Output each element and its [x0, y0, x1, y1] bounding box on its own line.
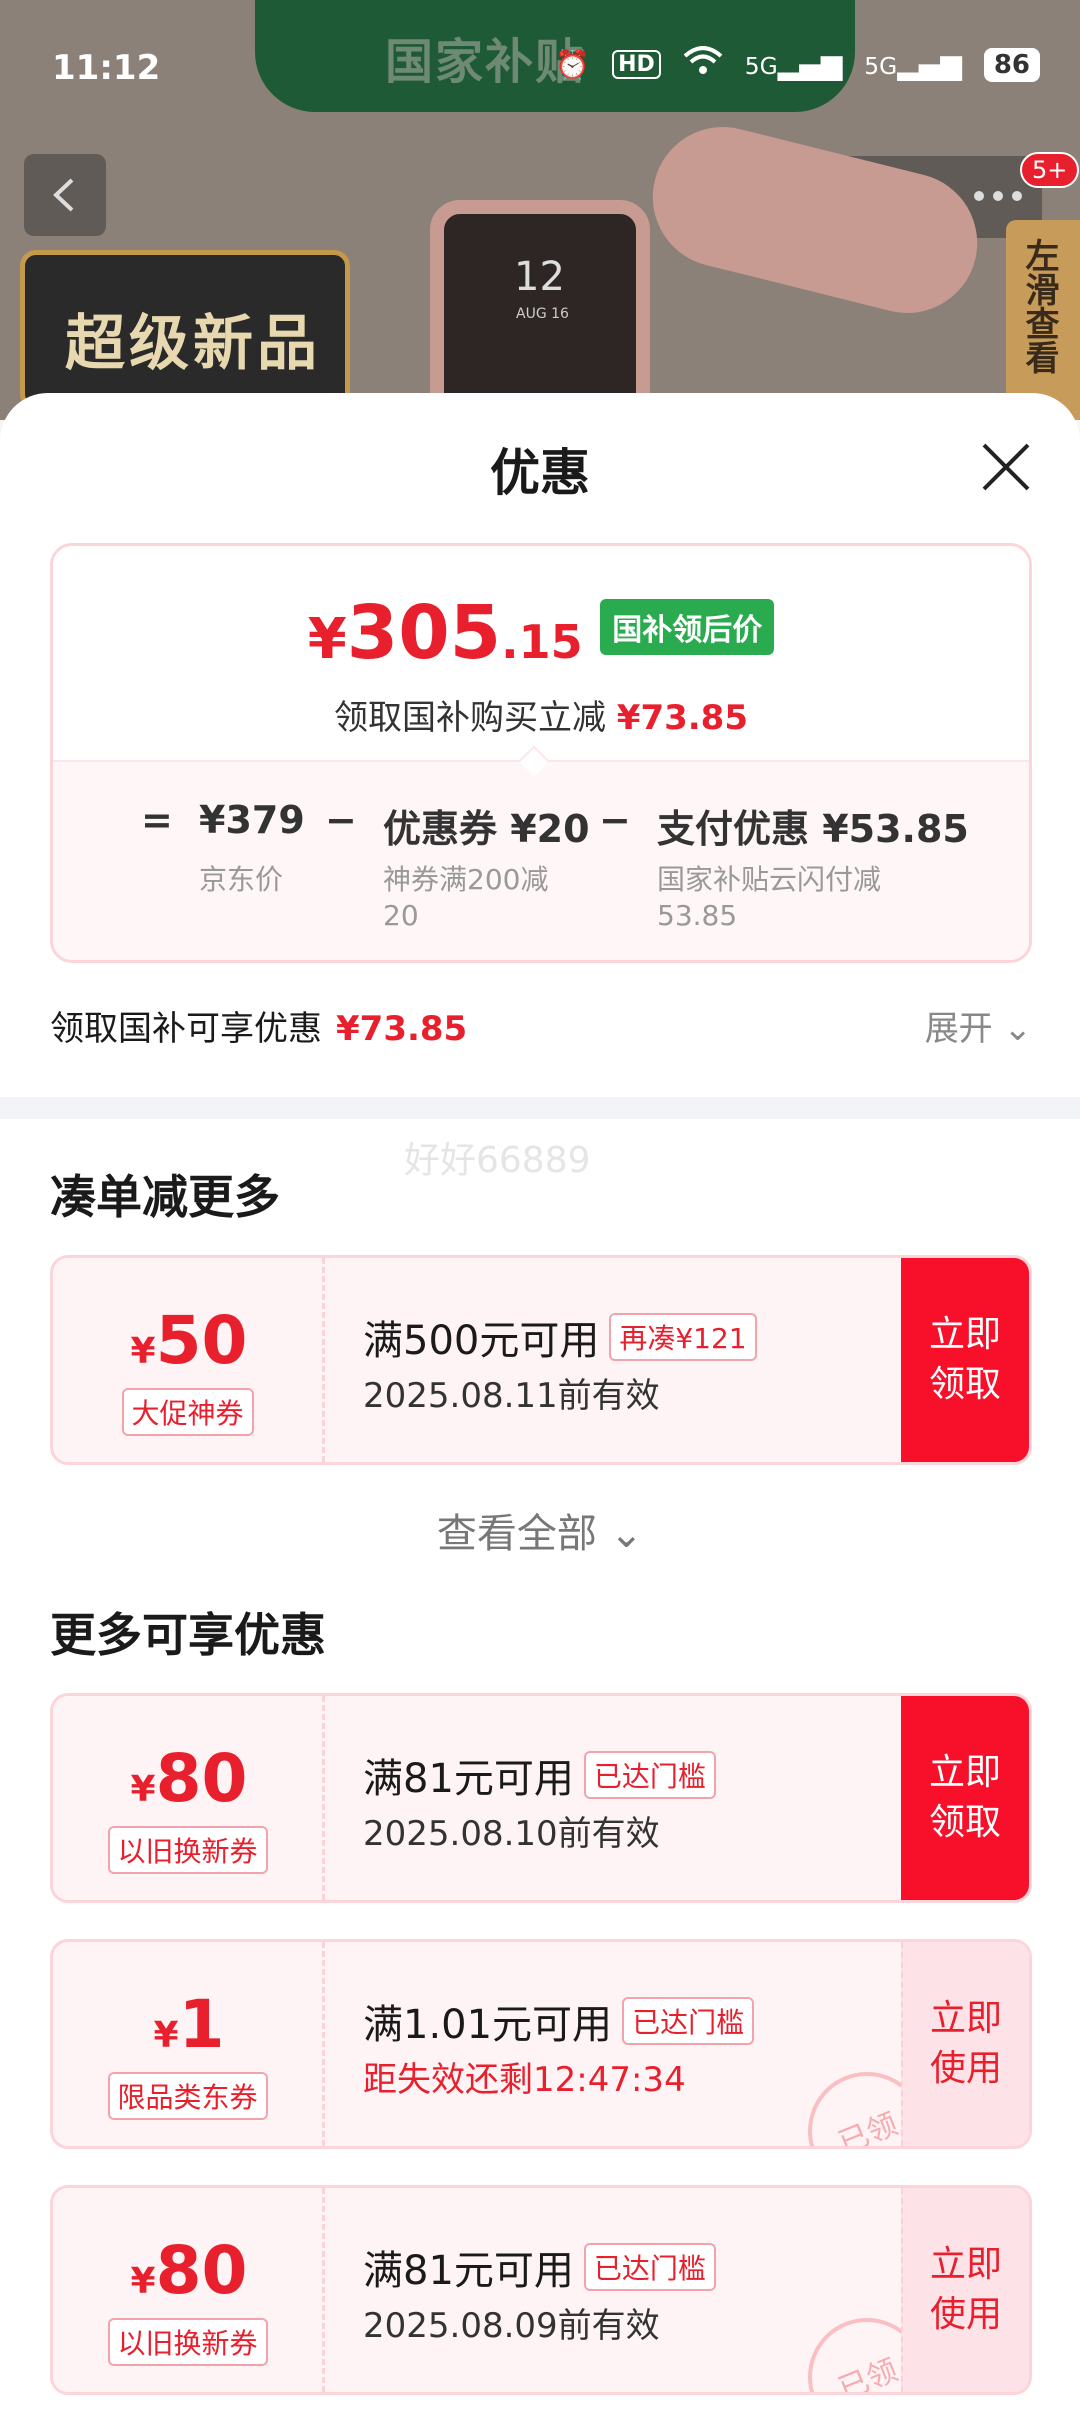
- expand-button[interactable]: 展开 ⌄: [925, 1001, 1032, 1050]
- back-button[interactable]: [24, 154, 106, 236]
- coupon-card: ¥80 以旧换新券 满81元可用 已达门槛 2025.08.09前有效 已领 立即…: [50, 2185, 1032, 2395]
- coupon-countdown: 距失效还剩12:47:34: [363, 2060, 686, 2100]
- chevron-down-icon: ⌄: [609, 1511, 644, 1557]
- wifi-icon: [683, 46, 723, 83]
- use-button[interactable]: 立即 使用: [901, 1942, 1029, 2146]
- formula-op: −: [599, 798, 631, 842]
- coupon-validity: 2025.08.10前有效: [363, 1814, 660, 1854]
- price-subtitle-text: 领取国补购买立减: [333, 698, 606, 738]
- coupon-condition: 满81元可用 已达门槛: [363, 1746, 716, 1804]
- super-new-label: 超级新品: [65, 309, 321, 379]
- formula-op: −: [325, 798, 357, 842]
- coupon-card: ¥1 限品类东券 满1.01元可用 已达门槛 距失效还剩12:47:34 已领 立…: [50, 1939, 1032, 2149]
- coupon-card: ¥80 以旧换新券 满81元可用 已达门槛 2025.08.10前有效 立即 领取: [50, 1693, 1032, 1903]
- coupon-tag: 已达门槛: [622, 1997, 755, 2045]
- view-all-button[interactable]: 查看全部 ⌄: [0, 1501, 1080, 1559]
- sheet-title: 优惠: [490, 444, 590, 502]
- coupon-tag: 已达门槛: [583, 2243, 716, 2291]
- formula-value: ¥379: [199, 798, 305, 842]
- claim-button[interactable]: 立即 领取: [901, 1696, 1029, 1900]
- watch-time: 12: [514, 254, 565, 300]
- product-page-background: 国家补贴 11:12 ⏰ HD 5G▂▄▆ 5G▂▄▆ 86 5+ 超级新品 1…: [0, 0, 1080, 420]
- subsidy-benefit-row: 领取国补可享优惠 ¥73.85 展开 ⌄: [50, 1001, 1032, 1061]
- price-subtitle-amount: ¥73.85: [616, 698, 748, 738]
- formula-note: 国家补贴云闪付减 53.85: [657, 863, 882, 932]
- coupon-amount: ¥50: [130, 1302, 248, 1379]
- coupon-amount: ¥80: [130, 2232, 248, 2309]
- more-icon[interactable]: [972, 188, 1024, 207]
- chevron-down-icon: ⌄: [1003, 1009, 1033, 1049]
- more-section-title: 更多可享优惠: [50, 1608, 326, 1662]
- price-tag: 国补领后价: [600, 599, 775, 655]
- formula-op: =: [141, 798, 173, 842]
- coupon-type-label: 大促神券: [121, 1388, 254, 1436]
- bundle-section-title: 凑单减更多: [50, 1170, 280, 1224]
- status-time: 11:12: [52, 48, 161, 88]
- message-badge: 5+: [1020, 152, 1080, 188]
- coupon-type-label: 以旧换新券: [107, 2318, 268, 2366]
- price-breakdown-card: ¥305.15 国补领后价 领取国补购买立减 ¥73.85 = ¥379 京东价…: [50, 543, 1032, 963]
- super-new-badge: 超级新品: [20, 250, 350, 410]
- coupon-tag: 已达门槛: [583, 1751, 716, 1799]
- watermark: 好好66889: [404, 1140, 591, 1181]
- alarm-icon: ⏰: [555, 48, 591, 81]
- close-icon: [982, 443, 1030, 491]
- coupon-card: ¥50 大促神券 满500元可用 再凑¥121 2025.08.11前有效 立即 …: [50, 1255, 1032, 1465]
- coupon-amount: ¥1: [153, 1986, 225, 2063]
- price-decimal: .15: [501, 615, 583, 669]
- formula-value: 支付优惠 ¥53.85: [657, 807, 969, 851]
- benefit-amount: ¥73.85: [336, 1009, 468, 1049]
- watch-image: 12 AUG 16: [430, 200, 650, 420]
- formula-note: 京东价: [199, 863, 284, 896]
- section-divider: [0, 1097, 1080, 1119]
- coupon-validity: 2025.08.09前有效: [363, 2306, 660, 2346]
- subsidized-price: ¥305.15 国补领后价: [53, 590, 1029, 676]
- price-formula: = ¥379 京东价 − 优惠券 ¥20 神券满200减 20 − 支付优惠 ¥…: [53, 760, 1029, 960]
- coupon-amount: ¥80: [130, 1740, 248, 1817]
- formula-note: 神券满200减 20: [383, 863, 549, 932]
- hd-icon: HD: [612, 50, 661, 79]
- price-subtitle: 领取国补购买立减 ¥73.85: [53, 690, 1029, 739]
- signal-icon: 5G▂▄▆: [744, 48, 843, 81]
- discount-sheet: 优惠 ¥305.15 国补领后价 领取国补购买立减 ¥73.85 = ¥379 …: [0, 393, 1080, 2412]
- expand-label: 展开: [924, 1009, 993, 1049]
- coupon-type-label: 限品类东券: [107, 2072, 268, 2120]
- coupon-type-label: 以旧换新券: [107, 1826, 268, 1874]
- status-icons: ⏰ HD 5G▂▄▆ 5G▂▄▆ 86: [555, 46, 1040, 83]
- battery-icon: 86: [983, 47, 1040, 82]
- watch-strap-image: [637, 112, 993, 328]
- coupon-condition: 满1.01元可用 已达门槛: [363, 1992, 755, 2050]
- coupon-condition: 满500元可用 再凑¥121: [363, 1308, 757, 1366]
- watch-date: AUG 16: [516, 306, 569, 322]
- view-all-label: 查看全部: [436, 1511, 597, 1557]
- formula-value: 优惠券 ¥20: [383, 807, 590, 851]
- coupon-tag: 再凑¥121: [609, 1313, 757, 1361]
- coupon-condition: 满81元可用 已达门槛: [363, 2238, 716, 2296]
- coupon-validity: 2025.08.11前有效: [363, 1376, 660, 1416]
- claim-button[interactable]: 立即 领取: [901, 1258, 1029, 1462]
- close-button[interactable]: [978, 439, 1034, 495]
- use-button[interactable]: 立即 使用: [901, 2188, 1029, 2392]
- side-swipe-tab[interactable]: 左滑查看: [1006, 220, 1080, 420]
- currency-symbol: ¥: [307, 607, 347, 672]
- price-integer: 305: [346, 590, 502, 676]
- benefit-text: 领取国补可享优惠: [50, 1009, 322, 1049]
- signal-icon: 5G▂▄▆: [864, 48, 962, 81]
